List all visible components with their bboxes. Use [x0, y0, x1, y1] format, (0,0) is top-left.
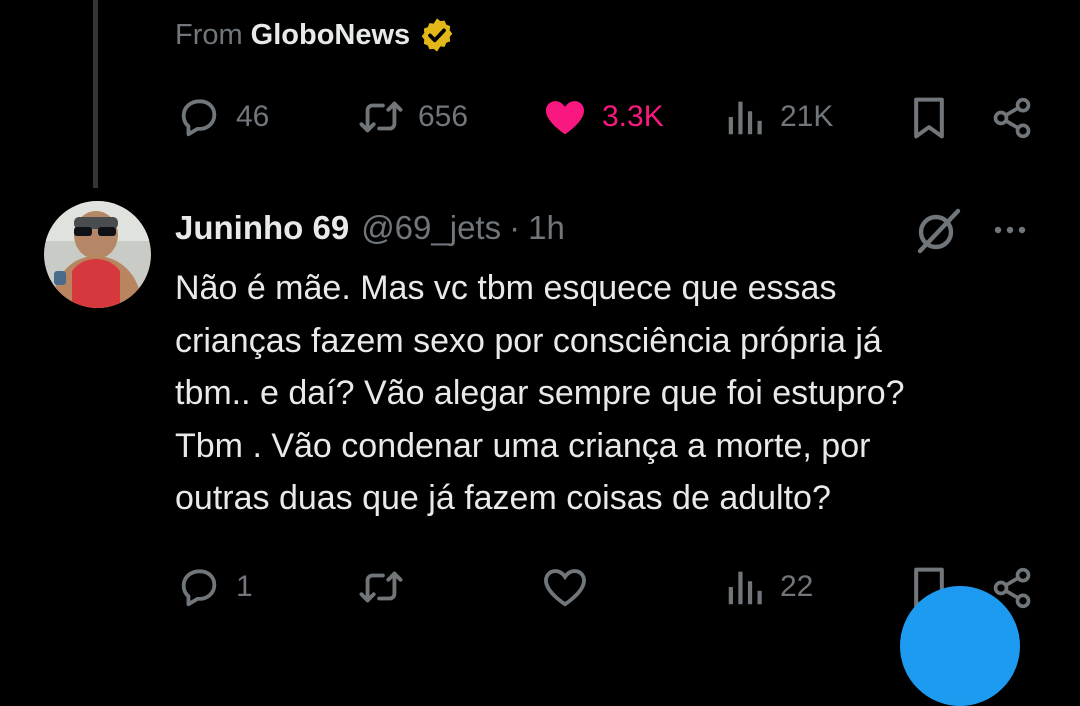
- reply-count: 46: [236, 100, 270, 133]
- reply-button[interactable]: 1: [176, 564, 253, 610]
- source-name-link[interactable]: GloboNews: [251, 19, 411, 52]
- views-count: 21K: [780, 100, 834, 133]
- reply-icon: [181, 569, 217, 607]
- timestamp[interactable]: 1h: [528, 209, 565, 247]
- retweet-count: 656: [418, 100, 469, 133]
- share-icon: [993, 97, 1031, 139]
- views-button[interactable]: 22: [726, 564, 813, 610]
- reply-header: Juninho 69 @69_jets · 1h: [175, 203, 565, 253]
- heart-icon: [544, 569, 586, 607]
- reply-text: Não é mãe. Mas vc tbm esquece que essas …: [175, 269, 905, 517]
- heart-icon: [545, 101, 585, 135]
- grok-icon: [917, 208, 961, 254]
- grok-button[interactable]: [912, 205, 964, 260]
- reply-count: 1: [236, 570, 253, 603]
- share-button[interactable]: [990, 96, 1034, 140]
- more-icon: [994, 226, 1026, 234]
- separator-dot: ·: [509, 209, 521, 246]
- reply-button[interactable]: 46: [176, 94, 269, 140]
- like-button[interactable]: [542, 564, 588, 610]
- bookmark-button[interactable]: [910, 96, 948, 140]
- views-count: 22: [780, 570, 814, 603]
- more-options-button[interactable]: [990, 220, 1034, 245]
- avatar[interactable]: [44, 201, 151, 308]
- retweet-icon: [359, 571, 403, 603]
- retweet-icon: [359, 101, 403, 133]
- views-icon: [728, 101, 762, 135]
- avatar-photo: [44, 201, 151, 308]
- user-handle[interactable]: @69_jets: [361, 209, 501, 247]
- verified-badge-icon: [421, 18, 453, 52]
- like-button[interactable]: 3.3K: [542, 94, 664, 140]
- like-count: 3.3K: [602, 100, 664, 133]
- compose-fab-button[interactable]: [900, 586, 1020, 706]
- retweet-button[interactable]: 656: [358, 94, 468, 140]
- views-button[interactable]: 21K: [726, 94, 833, 140]
- retweet-button[interactable]: [358, 564, 404, 610]
- display-name[interactable]: Juninho 69: [175, 209, 349, 247]
- reply-icon: [181, 99, 217, 137]
- views-icon: [728, 571, 762, 605]
- thread-connector-line: [93, 0, 98, 188]
- from-label: From: [175, 18, 243, 51]
- source-attribution: From GloboNews: [175, 14, 456, 56]
- bookmark-icon: [914, 97, 944, 139]
